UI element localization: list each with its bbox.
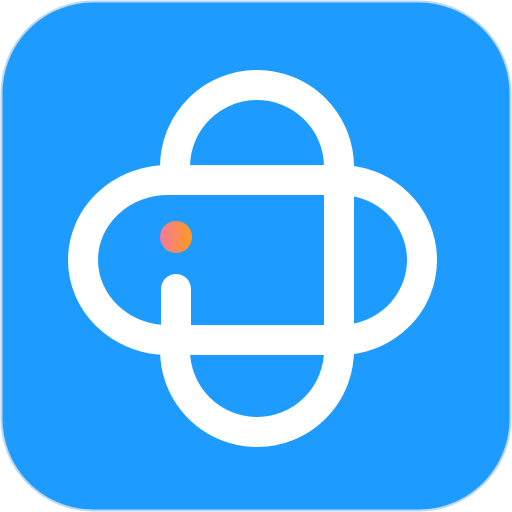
app-icon[interactable]: [0, 0, 512, 512]
app-logo-icon: [0, 0, 512, 512]
logo-i-dot: [160, 221, 192, 253]
